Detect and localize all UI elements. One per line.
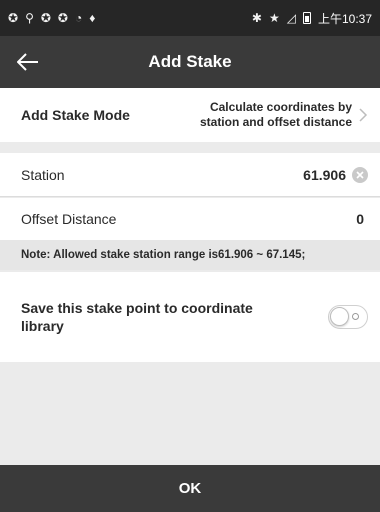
toggle-knob xyxy=(330,307,349,326)
sync-icon: ✪ xyxy=(8,11,19,25)
station-range-note: Note: Allowed stake station range is61.9… xyxy=(0,240,380,270)
stake-mode-text-line2: station and offset distance xyxy=(199,115,352,129)
bluetooth-icon: ✱ xyxy=(251,11,262,25)
save-to-library-toggle[interactable] xyxy=(328,305,368,329)
save-label-line1: Save this stake point to coordinate xyxy=(21,300,253,316)
station-value[interactable]: 61.906 xyxy=(303,167,346,183)
battery-icon xyxy=(302,12,311,24)
signal-icon: ⚲ xyxy=(25,11,34,25)
stake-mode-row[interactable]: Add Stake Mode Calculate coordinates by … xyxy=(0,88,380,142)
location-pin-icon: ♦ xyxy=(89,11,96,25)
stake-mode-text: Calculate coordinates by station and off… xyxy=(200,100,352,130)
arrow-left-icon xyxy=(17,53,38,71)
save-to-library-row: Save this stake point to coordinate libr… xyxy=(0,272,380,362)
page-title: Add Stake xyxy=(148,52,232,71)
sync-icon: ✪ xyxy=(40,11,51,25)
status-bar: ✪ ⚲ ✪ ✪ ◔ ♦ ✱ ★ ◿ 上午10:37 xyxy=(0,0,380,36)
save-to-library-label: Save this stake point to coordinate libr… xyxy=(21,299,291,335)
status-time: 上午10:37 xyxy=(317,11,372,26)
status-right-icons: ✱ ★ ◿ 上午10:37 xyxy=(252,10,372,27)
save-label-line2: library xyxy=(21,318,64,334)
clear-icon[interactable] xyxy=(352,166,368,183)
toggle-off-indicator-icon xyxy=(352,313,359,320)
offset-distance-value[interactable]: 0 xyxy=(356,211,364,227)
sync-icon: ✪ xyxy=(57,11,68,25)
star-icon: ★ xyxy=(268,11,280,25)
station-label: Station xyxy=(21,166,65,183)
sync-icon: ◔ xyxy=(74,11,83,25)
back-button[interactable] xyxy=(10,44,46,80)
stake-mode-label: Add Stake Mode xyxy=(21,107,130,123)
station-value-group: 61.906 xyxy=(303,166,368,183)
station-row[interactable]: Station 61.906 xyxy=(0,153,380,197)
chevron-right-icon xyxy=(359,108,368,122)
stake-mode-text-line1: Calculate coordinates by xyxy=(209,100,352,114)
stake-mode-value[interactable]: Calculate coordinates by station and off… xyxy=(200,100,368,130)
status-left-icons: ✪ ⚲ ✪ ✪ ◔ ♦ xyxy=(8,12,95,24)
offset-distance-label: Offset Distance xyxy=(21,211,117,227)
offset-distance-row[interactable]: Offset Distance 0 xyxy=(0,198,380,240)
ok-button[interactable]: OK xyxy=(0,465,380,512)
app-header: Add Stake xyxy=(0,36,380,88)
no-signal-icon: ◿ xyxy=(286,11,296,25)
